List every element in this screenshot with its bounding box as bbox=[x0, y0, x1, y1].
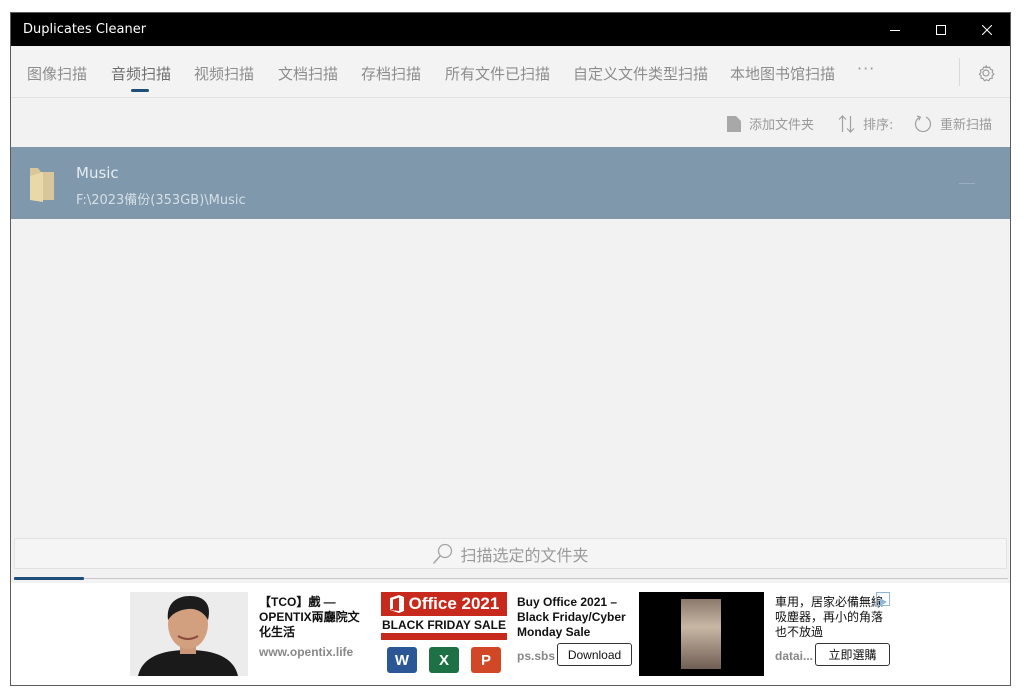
tab-divider bbox=[959, 58, 960, 86]
ad-vacuum-source: datai... bbox=[775, 649, 814, 663]
remove-folder-button[interactable] bbox=[959, 183, 975, 184]
close-icon bbox=[982, 24, 992, 35]
ad-video-image bbox=[639, 592, 764, 676]
tab-archive-scan[interactable]: 存档扫描 bbox=[361, 63, 421, 84]
office-banner-subtitle: BLACK FRIDAY SALE bbox=[381, 617, 507, 633]
folder-path: F:\2023備份(353GB)\Music bbox=[76, 193, 246, 208]
scan-selected-folders-button[interactable]: 扫描选定的文件夹 bbox=[14, 538, 1007, 569]
minimize-button[interactable] bbox=[872, 13, 918, 46]
ad-opentix-source: www.opentix.life bbox=[259, 645, 354, 659]
more-tabs-button[interactable]: ··· bbox=[857, 59, 875, 78]
powerpoint-icon: P bbox=[471, 647, 501, 673]
add-folder-label: 添加文件夹 bbox=[749, 118, 815, 133]
scan-button-label: 扫描选定的文件夹 bbox=[460, 545, 589, 565]
ad-download-button[interactable]: Download bbox=[557, 643, 632, 666]
office-banner-title: Office 2021 bbox=[408, 594, 500, 613]
adchoices-icon[interactable] bbox=[876, 592, 890, 606]
ad-vacuum[interactable]: 車用，居家必備無線吸塵器，再小的角落也不放過 datai... 立即選購 bbox=[639, 592, 891, 676]
add-folder-icon bbox=[727, 115, 741, 132]
minimize-icon bbox=[890, 29, 900, 31]
sort-label: 排序: bbox=[863, 118, 894, 133]
gear-icon[interactable] bbox=[976, 63, 996, 83]
active-tab-indicator bbox=[131, 89, 149, 92]
tab-all-files-scan[interactable]: 所有文件已扫描 bbox=[445, 63, 550, 84]
tab-custom-type-scan[interactable]: 自定义文件类型扫描 bbox=[573, 63, 708, 84]
rescan-label: 重新扫描 bbox=[940, 118, 993, 133]
app-window: Duplicates Cleaner 图像扫描 音频扫描 视频扫描 文档扫描 存… bbox=[10, 12, 1011, 686]
rescan-button[interactable]: 重新扫描 bbox=[914, 114, 992, 133]
ad-office-title: Buy Office 2021 – Black Friday/Cyber Mon… bbox=[517, 595, 626, 639]
maximize-icon bbox=[936, 24, 946, 35]
maximize-button[interactable] bbox=[918, 13, 964, 46]
folder-name: Music bbox=[76, 164, 119, 182]
ad-office-source: ps.sbs bbox=[517, 649, 556, 663]
tab-video-scan[interactable]: 视频扫描 bbox=[194, 63, 254, 84]
ad-vacuum-title: 車用，居家必備無線吸塵器，再小的角落也不放過 bbox=[775, 595, 884, 639]
add-folder-button[interactable]: 添加文件夹 bbox=[727, 114, 814, 133]
office-sale-image: Office 2021 BLACK FRIDAY SALE W X P bbox=[381, 592, 507, 676]
word-icon: W bbox=[387, 647, 417, 673]
progress-track bbox=[14, 578, 1008, 579]
excel-icon: X bbox=[429, 647, 459, 673]
search-icon bbox=[433, 543, 453, 564]
ad-buy-now-button[interactable]: 立即選購 bbox=[815, 643, 890, 666]
close-button[interactable] bbox=[964, 13, 1010, 46]
folder-toolbar: 添加文件夹 排序: 重新扫描 bbox=[11, 98, 1010, 147]
sort-icon bbox=[838, 114, 855, 133]
tab-image-scan[interactable]: 图像扫描 bbox=[27, 63, 87, 84]
folder-list-empty-area bbox=[11, 219, 1010, 533]
ad-opentix-title: 【TCO】戲 — OPENTIX兩廳院文化生活 bbox=[259, 595, 360, 639]
ad-person-image bbox=[130, 592, 248, 676]
tab-document-scan[interactable]: 文档扫描 bbox=[278, 63, 338, 84]
folder-icon bbox=[30, 168, 54, 202]
sort-button[interactable]: 排序: bbox=[838, 114, 893, 133]
refresh-icon bbox=[914, 114, 932, 132]
app-title: Duplicates Cleaner bbox=[23, 22, 147, 37]
scan-type-tabs: 图像扫描 音频扫描 视频扫描 文档扫描 存档扫描 所有文件已扫描 自定义文件类型… bbox=[11, 46, 1010, 98]
ad-banner: 【TCO】戲 — OPENTIX兩廳院文化生活 www.opentix.life… bbox=[11, 583, 1010, 685]
ad-office[interactable]: Office 2021 BLACK FRIDAY SALE W X P Buy … bbox=[381, 592, 633, 676]
office-logo-icon bbox=[389, 595, 404, 613]
tab-audio-scan[interactable]: 音频扫描 bbox=[111, 63, 171, 84]
selected-folder-row[interactable]: Music F:\2023備份(353GB)\Music bbox=[11, 147, 1010, 219]
ad-opentix[interactable]: 【TCO】戲 — OPENTIX兩廳院文化生活 www.opentix.life bbox=[130, 592, 370, 676]
title-bar: Duplicates Cleaner bbox=[11, 13, 1010, 46]
tab-library-scan[interactable]: 本地图书馆扫描 bbox=[730, 63, 835, 84]
progress-fill bbox=[14, 577, 84, 580]
